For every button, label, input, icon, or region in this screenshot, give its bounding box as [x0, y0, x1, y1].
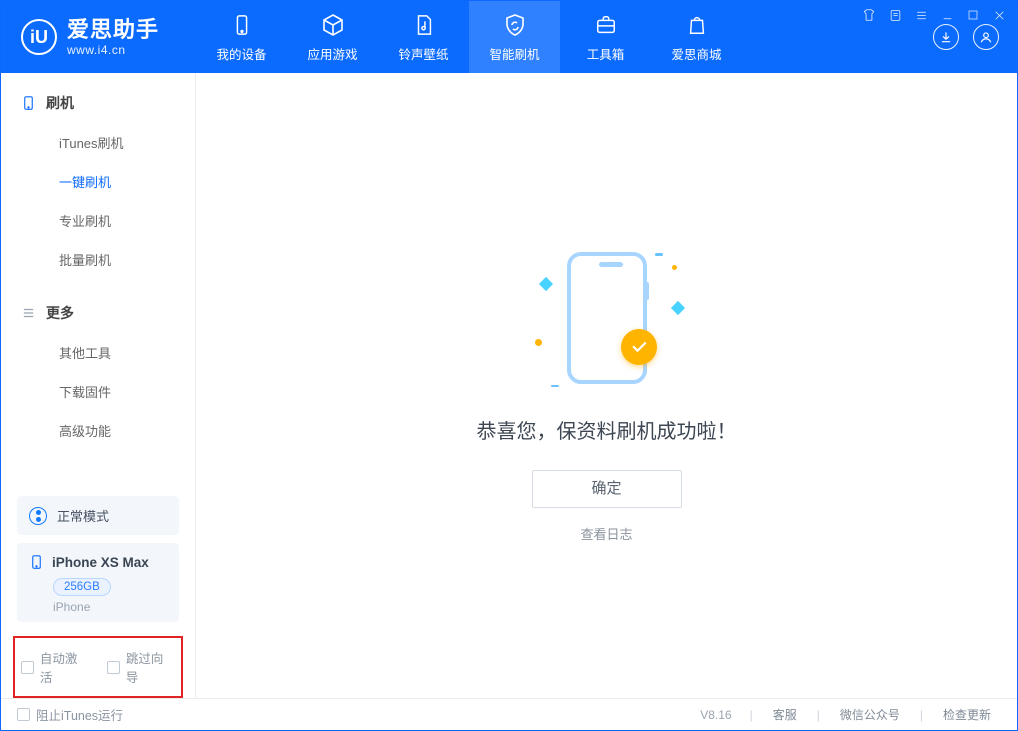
music-file-icon — [411, 12, 437, 38]
sidebar-item-batch-flash[interactable]: 批量刷机 — [1, 240, 195, 279]
sidebar-item-itunes-flash[interactable]: iTunes刷机 — [1, 123, 195, 162]
nav-ringtone[interactable]: 铃声壁纸 — [378, 1, 469, 73]
nav-label: 智能刷机 — [489, 44, 539, 63]
user-button[interactable] — [973, 24, 999, 50]
highlighted-options: 自动激活 跳过向导 — [13, 636, 183, 698]
device-card[interactable]: iPhone XS Max 256GB iPhone — [17, 543, 179, 622]
sidebar-section-title: 刷机 — [1, 89, 195, 123]
bag-icon — [684, 12, 710, 38]
top-nav: 我的设备 应用游戏 铃声壁纸 智能刷机 工具箱 爱思商城 — [196, 1, 742, 73]
cube-icon — [320, 12, 346, 38]
brand: iU 爱思助手 www.i4.cn — [1, 1, 196, 73]
nav-label: 工具箱 — [587, 44, 625, 63]
download-button[interactable] — [933, 24, 959, 50]
minimize-icon[interactable] — [939, 7, 955, 23]
view-log-link[interactable]: 查看日志 — [580, 524, 632, 543]
nav-label: 我的设备 — [216, 44, 266, 63]
brand-name: 爱思助手 — [67, 19, 159, 41]
nav-label: 应用游戏 — [307, 44, 357, 63]
sidebar-section-title: 更多 — [1, 299, 195, 333]
nav-label: 爱思商城 — [671, 44, 721, 63]
brand-logo-icon: iU — [21, 19, 57, 55]
maximize-icon[interactable] — [965, 7, 981, 23]
sidebar-item-other-tools[interactable]: 其他工具 — [1, 333, 195, 372]
shield-refresh-icon — [502, 12, 528, 38]
main-panel: 恭喜您，保资料刷机成功啦！ 确定 查看日志 — [196, 73, 1017, 698]
brand-url: www.i4.cn — [67, 44, 159, 56]
sidebar-item-onekey-flash[interactable]: 一键刷机 — [1, 162, 195, 201]
sidebar-section-more: 更多 其他工具 下载固件 高级功能 — [1, 283, 195, 454]
close-icon[interactable] — [991, 7, 1007, 23]
note-icon[interactable] — [887, 7, 903, 23]
footer-link-support[interactable]: 客服 — [763, 706, 807, 723]
sidebar-section-flash: 刷机 iTunes刷机 一键刷机 专业刷机 批量刷机 — [1, 73, 195, 283]
ok-button[interactable]: 确定 — [532, 470, 682, 508]
briefcase-icon — [593, 12, 619, 38]
list-icon — [21, 306, 36, 320]
device-type: iPhone — [53, 600, 167, 614]
header: iU 爱思助手 www.i4.cn 我的设备 应用游戏 铃声壁纸 智能刷机 — [1, 1, 1017, 73]
mode-label: 正常模式 — [57, 506, 109, 525]
checkbox-icon — [21, 661, 34, 674]
skip-guide-checkbox[interactable]: 跳过向导 — [107, 648, 175, 686]
menu-icon[interactable] — [913, 7, 929, 23]
nav-store[interactable]: 爱思商城 — [651, 1, 742, 73]
window-controls — [861, 7, 1007, 23]
sidebar-item-download-firmware[interactable]: 下载固件 — [1, 372, 195, 411]
nav-apps[interactable]: 应用游戏 — [287, 1, 378, 73]
success-illustration — [527, 243, 687, 393]
nav-label: 铃声壁纸 — [398, 44, 448, 63]
mode-icon — [29, 507, 47, 525]
nav-device[interactable]: 我的设备 — [196, 1, 287, 73]
version-label: V8.16 — [700, 708, 731, 722]
sidebar-item-pro-flash[interactable]: 专业刷机 — [1, 201, 195, 240]
device-storage: 256GB — [53, 578, 111, 596]
device-name: iPhone XS Max — [52, 555, 149, 570]
footer-link-wechat[interactable]: 微信公众号 — [830, 706, 910, 723]
success-title: 恭喜您，保资料刷机成功啦！ — [477, 415, 737, 444]
nav-flash[interactable]: 智能刷机 — [469, 1, 560, 73]
footer: 阻止iTunes运行 V8.16 | 客服 | 微信公众号 | 检查更新 — [1, 698, 1017, 730]
app-window: iU 爱思助手 www.i4.cn 我的设备 应用游戏 铃声壁纸 智能刷机 — [0, 0, 1018, 731]
sidebar-item-advanced[interactable]: 高级功能 — [1, 411, 195, 450]
block-itunes-checkbox[interactable]: 阻止iTunes运行 — [17, 705, 123, 724]
nav-toolbox[interactable]: 工具箱 — [560, 1, 651, 73]
sidebar: 刷机 iTunes刷机 一键刷机 专业刷机 批量刷机 更多 其他工具 下载固件 — [1, 73, 196, 698]
mode-card[interactable]: 正常模式 — [17, 496, 179, 535]
auto-activate-checkbox[interactable]: 自动激活 — [21, 648, 89, 686]
phone-outline-icon — [21, 94, 36, 112]
shirt-icon[interactable] — [861, 7, 877, 23]
phone-icon — [229, 12, 255, 38]
checkbox-icon — [107, 661, 120, 674]
body: 刷机 iTunes刷机 一键刷机 专业刷机 批量刷机 更多 其他工具 下载固件 — [1, 73, 1017, 698]
checkbox-icon — [17, 708, 30, 721]
device-icon — [29, 553, 44, 571]
success-checkmark-icon — [621, 329, 657, 365]
footer-link-update[interactable]: 检查更新 — [933, 706, 1001, 723]
